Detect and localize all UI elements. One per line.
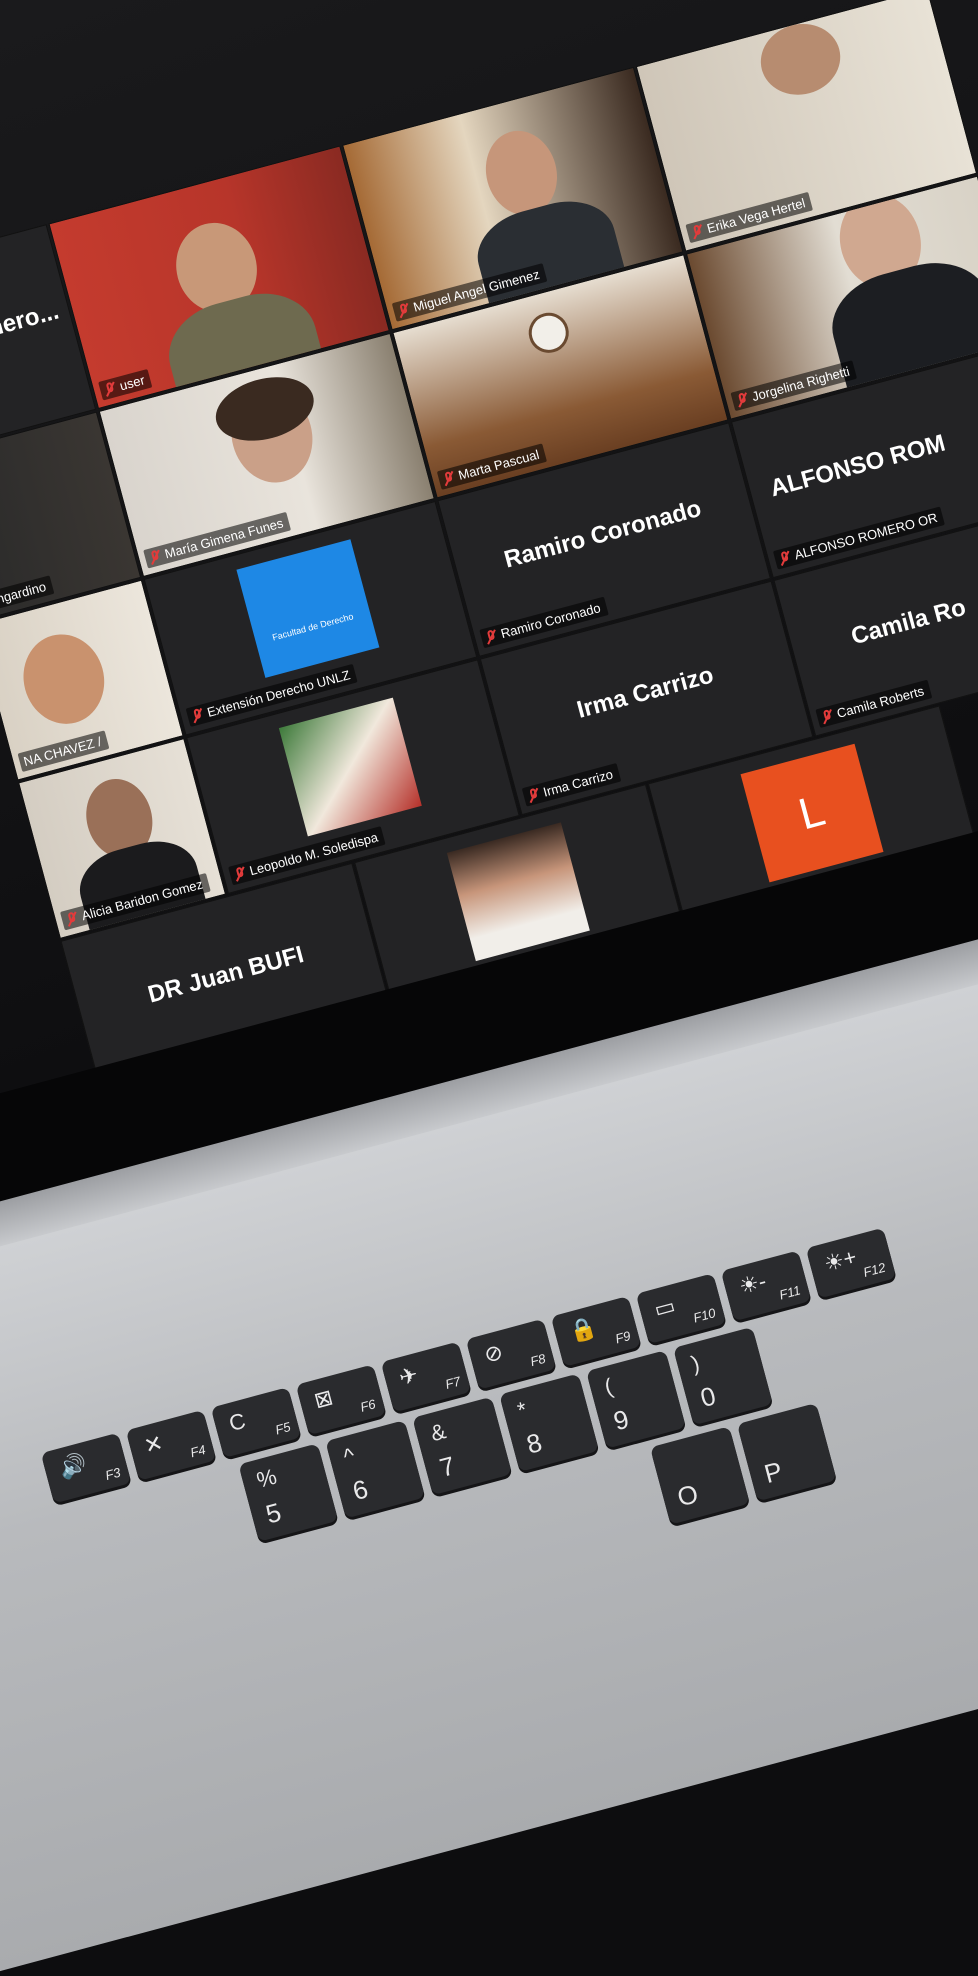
key-label: F9 xyxy=(613,1327,633,1347)
key-5[interactable]: % 5 xyxy=(238,1443,339,1542)
key-shift-char: ) xyxy=(688,1350,703,1377)
key-f4[interactable]: ✕ F4 xyxy=(125,1409,217,1481)
key-f9[interactable]: 🔒 F9 xyxy=(550,1295,642,1367)
key-label: F8 xyxy=(528,1350,548,1370)
key-glyph: C xyxy=(226,1407,249,1437)
muted-mic-icon xyxy=(526,787,541,804)
key-char: P xyxy=(761,1455,786,1490)
muted-mic-icon xyxy=(441,470,456,487)
key-label: F6 xyxy=(358,1396,378,1415)
key-char: 6 xyxy=(349,1473,372,1507)
key-char: O xyxy=(674,1478,702,1513)
key-label: F11 xyxy=(777,1282,803,1303)
key-f11[interactable]: ☀- F11 xyxy=(720,1250,812,1322)
participant-big-name: Irma Carrizo xyxy=(573,661,717,724)
key-label: F3 xyxy=(103,1464,123,1484)
key-shift-char: * xyxy=(514,1396,530,1423)
key-shift-char: % xyxy=(253,1463,280,1493)
faculty-logo-avatar: Facultad de Derecho xyxy=(236,539,380,679)
key-f5[interactable]: C F5 xyxy=(210,1387,302,1458)
participant-big-name: mero... xyxy=(0,297,62,345)
participant-big-name: Ramiro Coronado xyxy=(501,494,705,574)
key-glyph: ⊘ xyxy=(481,1338,506,1368)
key-label: F4 xyxy=(188,1441,208,1461)
key-char: 8 xyxy=(523,1426,546,1460)
avatar-letter: L xyxy=(793,786,831,840)
participant-big-name: Camila Ro xyxy=(848,593,969,651)
muted-mic-icon xyxy=(190,707,205,724)
key-f8[interactable]: ⊘ F8 xyxy=(465,1318,557,1390)
key-glyph: 🔊 xyxy=(56,1450,90,1482)
key-f12[interactable]: ☀+ F12 xyxy=(805,1227,897,1299)
key-f10[interactable]: ▭ F10 xyxy=(635,1273,727,1345)
key-label: F5 xyxy=(273,1419,293,1438)
key-label: F12 xyxy=(861,1259,888,1280)
muted-mic-icon xyxy=(233,865,248,882)
key-char: 0 xyxy=(697,1380,719,1414)
muted-mic-icon xyxy=(396,302,411,319)
key-glyph: ⊠ xyxy=(311,1384,336,1414)
faculty-logo-text: Facultad de Derecho xyxy=(271,611,355,643)
key-char: 7 xyxy=(436,1450,459,1483)
key-char: 5 xyxy=(262,1496,285,1530)
participant-profile-photo xyxy=(278,697,422,837)
key-6[interactable]: ^ 6 xyxy=(325,1420,426,1519)
key-8[interactable]: * 8 xyxy=(499,1373,600,1472)
muted-mic-icon xyxy=(690,223,705,240)
key-shift-char: ( xyxy=(601,1373,616,1400)
key-f6[interactable]: ⊠ F6 xyxy=(295,1364,387,1436)
key-char: 9 xyxy=(610,1403,632,1437)
key-shift-char: ^ xyxy=(340,1442,358,1470)
key-glyph: ✕ xyxy=(141,1429,166,1459)
key-glyph: 🔒 xyxy=(566,1313,600,1345)
key-o[interactable]: O xyxy=(649,1426,750,1525)
key-f7[interactable]: ✈ F7 xyxy=(380,1341,472,1413)
muted-mic-icon xyxy=(148,548,163,565)
key-glyph: ▭ xyxy=(651,1292,678,1323)
participant-big-name: ALFONSO ROM xyxy=(767,429,949,503)
key-shift-char: & xyxy=(427,1418,449,1447)
key-9[interactable]: (9 xyxy=(586,1350,687,1449)
muted-mic-icon xyxy=(65,910,80,927)
key-7[interactable]: & 7 xyxy=(412,1396,513,1496)
key-label: F7 xyxy=(443,1373,463,1392)
key-label: F10 xyxy=(691,1305,718,1326)
muted-mic-icon xyxy=(820,708,835,725)
muted-mic-icon xyxy=(735,391,750,408)
key-p[interactable]: P xyxy=(736,1402,837,1502)
key-0[interactable]: ) 0 xyxy=(673,1326,773,1426)
key-glyph: ☀- xyxy=(736,1268,769,1300)
muted-mic-icon xyxy=(484,628,499,645)
key-glyph: ☀+ xyxy=(821,1244,860,1277)
muted-mic-icon xyxy=(777,550,792,567)
muted-mic-icon xyxy=(103,380,118,397)
key-f3[interactable]: 🔊 F3 xyxy=(40,1432,132,1504)
key-glyph: ✈ xyxy=(396,1361,421,1391)
